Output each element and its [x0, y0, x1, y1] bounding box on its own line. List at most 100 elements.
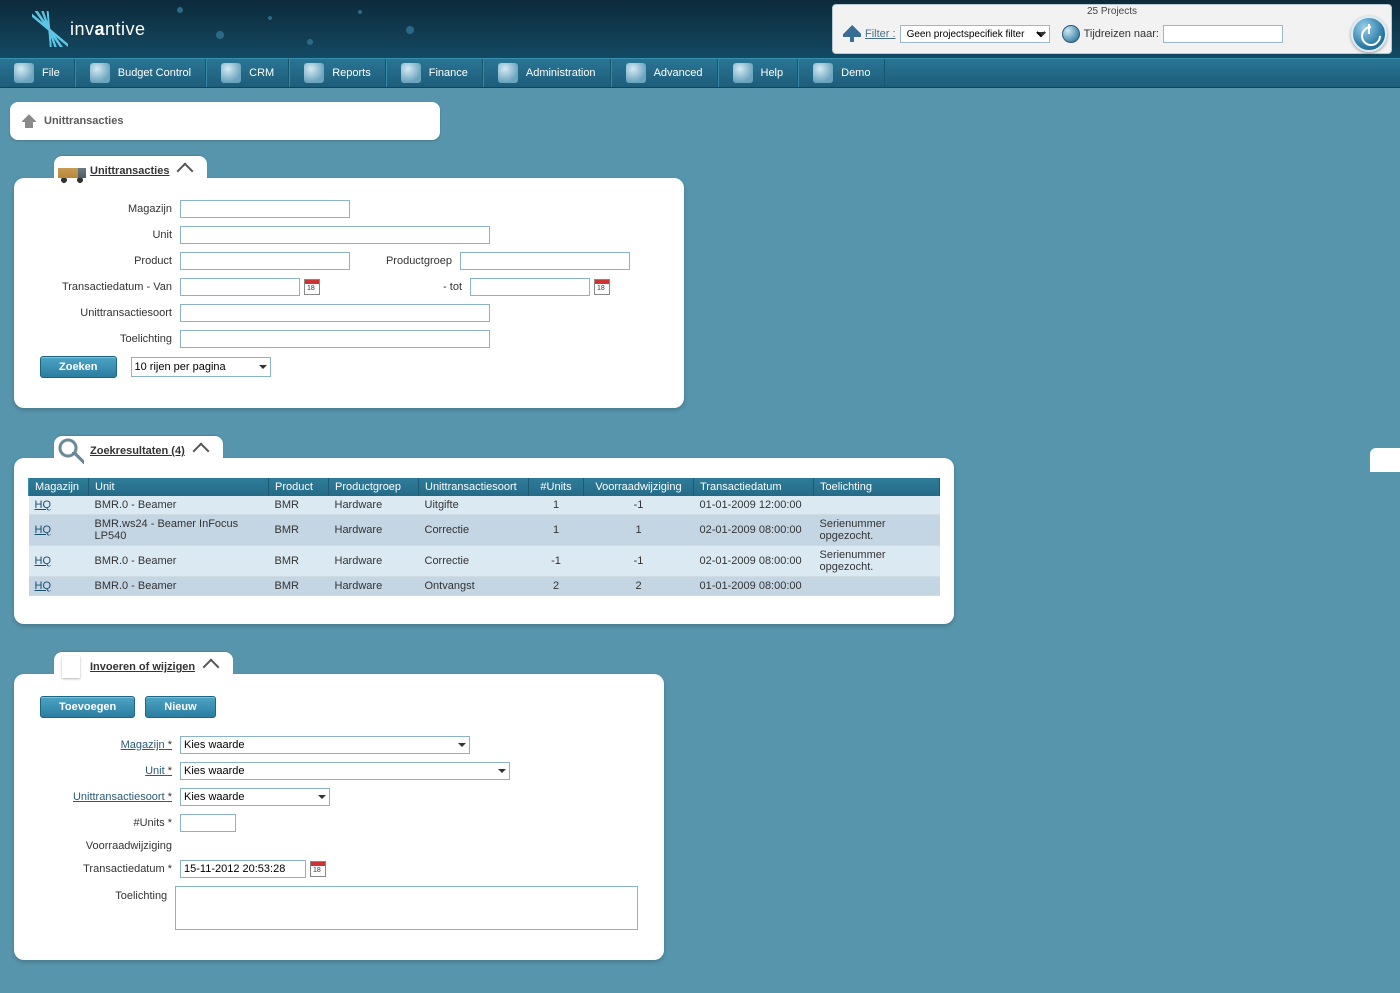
cell-toelichting	[814, 496, 940, 515]
input-toelichting[interactable]	[180, 330, 490, 348]
input-edit-datum[interactable]	[180, 860, 306, 878]
power-button[interactable]	[1351, 16, 1387, 52]
cell-datum: 01-01-2009 12:00:00	[694, 496, 814, 515]
results-panel-title: Zoekresultaten (4)	[90, 445, 185, 457]
table-row[interactable]: HQBMR.0 - BeamerBMRHardwareUitgifte1-101…	[29, 496, 940, 515]
label-edit-datum: Transactiedatum *	[40, 863, 180, 875]
edit-panel: Toevoegen Nieuw Magazijn * Kies waarde U…	[14, 674, 664, 960]
toevoegen-button[interactable]: Toevoegen	[40, 696, 135, 718]
link-magazijn[interactable]: HQ	[35, 524, 52, 536]
cell-groep: Hardware	[329, 577, 419, 596]
menu-label: File	[42, 67, 60, 79]
help-icon	[733, 63, 753, 83]
input-productgroep[interactable]	[460, 252, 630, 270]
col-productgroep[interactable]: Productgroep	[329, 478, 419, 496]
menu-file[interactable]: File	[0, 59, 75, 87]
table-row[interactable]: HQBMR.ws24 - Beamer InFocus LP540BMRHard…	[29, 515, 940, 546]
cell-datum: 02-01-2009 08:00:00	[694, 546, 814, 577]
cell-groep: Hardware	[329, 496, 419, 515]
col-unit[interactable]: Unit	[89, 478, 269, 496]
calendar-icon[interactable]	[304, 279, 320, 295]
input-edit-units[interactable]	[180, 814, 236, 832]
col-toelichting[interactable]: Toelichting	[814, 478, 940, 496]
calendar-icon[interactable]	[594, 279, 610, 295]
home-icon[interactable]	[22, 114, 36, 128]
label-datum-tot: - tot	[320, 281, 470, 293]
results-panel-tab[interactable]: Zoekresultaten (4)	[54, 436, 223, 466]
col-magazijn[interactable]: Magazijn	[29, 478, 89, 496]
menu-advanced[interactable]: Advanced	[611, 59, 718, 87]
cell-product: BMR	[269, 496, 329, 515]
menu-label: Reports	[332, 67, 371, 79]
input-magazijn[interactable]	[180, 200, 350, 218]
admin-icon	[498, 63, 518, 83]
edit-panel-tab[interactable]: Invoeren of wijzigen	[54, 652, 233, 682]
menu-budget-control[interactable]: Budget Control	[75, 59, 206, 87]
cell-product: BMR	[269, 546, 329, 577]
label-edit-unit[interactable]: Unit *	[40, 765, 180, 777]
time-travel-label: Tijdreizen naar:	[1084, 28, 1159, 40]
input-datum-van[interactable]	[180, 278, 300, 296]
filter-icon	[843, 25, 861, 43]
cell-voorraad: -1	[584, 546, 694, 577]
cell-toelichting	[814, 577, 940, 596]
select-edit-magazijn[interactable]: Kies waarde	[180, 736, 470, 754]
globe-icon	[1062, 25, 1080, 43]
document-icon	[58, 654, 86, 680]
menu-label: Advanced	[654, 67, 703, 79]
zoeken-button[interactable]: Zoeken	[40, 356, 117, 378]
menu-help[interactable]: Help	[718, 59, 799, 87]
input-unit[interactable]	[180, 226, 490, 244]
textarea-edit-toelichting[interactable]	[175, 886, 638, 930]
truck-icon	[58, 158, 86, 184]
brand-icon	[32, 11, 68, 47]
col-product[interactable]: Product	[269, 478, 329, 496]
cell-soort: Correctie	[419, 546, 529, 577]
input-soort[interactable]	[180, 304, 490, 322]
cell-voorraad: 1	[584, 515, 694, 546]
input-datum-tot[interactable]	[470, 278, 590, 296]
demo-icon	[813, 63, 833, 83]
cell-datum: 02-01-2009 08:00:00	[694, 515, 814, 546]
table-row[interactable]: HQBMR.0 - BeamerBMRHardwareOntvangst2201…	[29, 577, 940, 596]
brand-prefix: inv	[70, 19, 95, 39]
label-datum-van: Transactiedatum - Van	[40, 281, 180, 293]
cell-unit: BMR.0 - Beamer	[89, 496, 269, 515]
calendar-icon[interactable]	[310, 861, 326, 877]
filter-label[interactable]: Filter :	[865, 28, 896, 40]
menu-reports[interactable]: Reports	[289, 59, 386, 87]
results-side-tab	[1370, 448, 1400, 472]
magnifier-icon	[58, 438, 86, 464]
cell-datum: 01-01-2009 08:00:00	[694, 577, 814, 596]
menu-label: Budget Control	[118, 67, 191, 79]
menu-administration[interactable]: Administration	[483, 59, 611, 87]
table-row[interactable]: HQBMR.0 - BeamerBMRHardwareCorrectie-1-1…	[29, 546, 940, 577]
page-size-select[interactable]: 10 rijen per pagina	[131, 357, 271, 377]
select-edit-soort[interactable]: Kies waarde	[180, 788, 330, 806]
filter-select[interactable]: Geen projectspecifiek filter	[900, 25, 1050, 43]
results-panel: Magazijn Unit Product Productgroep Unitt…	[14, 458, 954, 624]
reports-icon	[304, 63, 324, 83]
label-edit-magazijn[interactable]: Magazijn *	[40, 739, 180, 751]
cell-units: -1	[529, 546, 584, 577]
projects-count: 25 Projects	[833, 5, 1391, 17]
link-magazijn[interactable]: HQ	[35, 499, 52, 511]
link-magazijn[interactable]: HQ	[35, 580, 52, 592]
search-panel-tab[interactable]: Unittransacties	[54, 156, 207, 186]
menu-demo[interactable]: Demo	[798, 59, 885, 87]
brand-logo: invantive	[32, 11, 146, 47]
col-voorraad[interactable]: Voorraadwijziging	[584, 478, 694, 496]
link-magazijn[interactable]: HQ	[35, 555, 52, 567]
col-units[interactable]: #Units	[529, 478, 584, 496]
input-product[interactable]	[180, 252, 350, 270]
time-travel-input[interactable]	[1163, 25, 1283, 43]
col-soort[interactable]: Unittransactiesoort	[419, 478, 529, 496]
header-decorative-dots	[160, 0, 460, 58]
menu-crm[interactable]: CRM	[206, 59, 289, 87]
nieuw-button[interactable]: Nieuw	[145, 696, 215, 718]
select-edit-unit[interactable]: Kies waarde	[180, 762, 510, 780]
col-datum[interactable]: Transactiedatum	[694, 478, 814, 496]
menu-finance[interactable]: Finance	[386, 59, 483, 87]
chevron-up-icon	[203, 659, 220, 676]
label-edit-soort[interactable]: Unittransactiesoort *	[40, 791, 180, 803]
